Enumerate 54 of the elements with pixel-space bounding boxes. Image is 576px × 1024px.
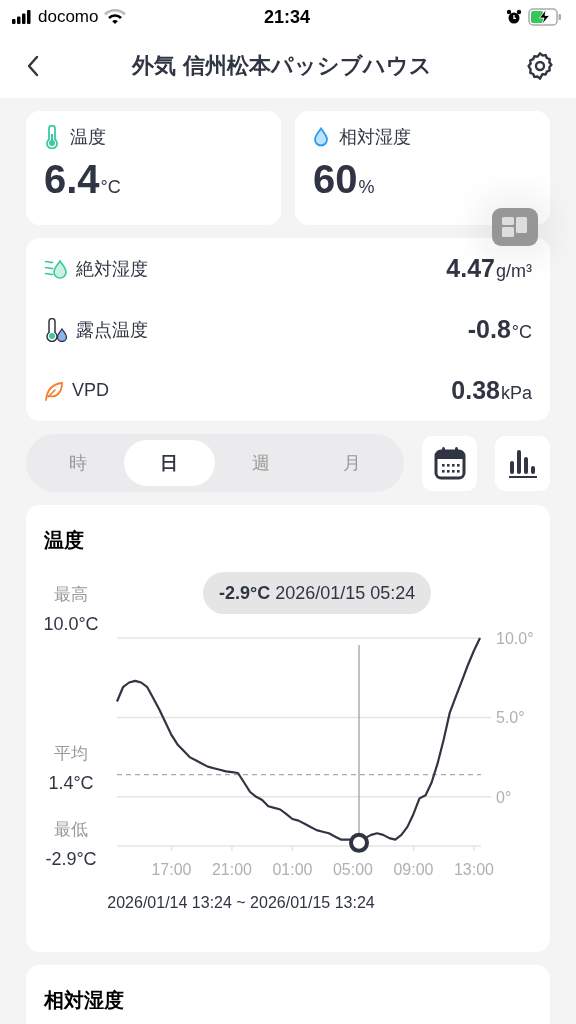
y-tick-label: 10.0° <box>496 630 534 647</box>
signal-icon <box>12 10 32 24</box>
layout-icon <box>500 214 530 240</box>
clock-time: 21:34 <box>263 6 310 28</box>
period-tab[interactable]: 時 <box>32 440 124 486</box>
y-tick-label: 5.0° <box>496 709 525 727</box>
stat-label: 最高 <box>54 585 88 604</box>
settings-icon <box>524 50 556 82</box>
stat-label: 平均 <box>54 744 88 763</box>
metric-value: 0.38kPa <box>451 376 532 405</box>
period-tab[interactable]: 週 <box>215 440 307 486</box>
summary-label: 温度 <box>70 126 106 149</box>
page-title: 外気 信州松本パッシブハウス <box>132 52 432 80</box>
thermometer-drop-icon <box>44 317 68 342</box>
wind-drop-icon <box>44 257 68 280</box>
carrier-name: docomo <box>38 7 99 27</box>
battery-icon <box>528 8 562 26</box>
alarm-icon <box>506 9 522 25</box>
x-tick-label: 13:00 <box>453 861 494 878</box>
period-tab[interactable]: 日 <box>123 440 215 486</box>
floating-layout-button[interactable] <box>492 208 538 246</box>
x-tick-label: 17:00 <box>151 861 192 878</box>
chevron-left-icon <box>26 55 40 77</box>
chart-tooltip: -2.9°C 2026/01/15 05:24 <box>203 572 432 614</box>
thermometer-icon <box>44 125 60 149</box>
stat-value: 10.0°C <box>43 614 99 634</box>
summary-label: 相対湿度 <box>339 126 411 149</box>
leaf-icon <box>44 380 64 401</box>
cursor-marker[interactable] <box>349 832 369 853</box>
calendar-button[interactable] <box>422 435 477 491</box>
stat-value: 1.4°C <box>48 773 94 793</box>
metric-label: 絶対湿度 <box>76 257 149 281</box>
x-tick-label: 05:00 <box>332 861 373 878</box>
metric-value: -0.8°C <box>467 315 532 344</box>
metric-label: 露点温度 <box>76 318 149 342</box>
water-drop-icon <box>313 127 329 147</box>
summary-value: 6.4°C <box>44 157 122 202</box>
wifi-icon <box>104 9 127 25</box>
metric-value: 4.47g/m³ <box>446 254 532 283</box>
bar-chart-button[interactable] <box>495 435 550 491</box>
chart-title: 温度 <box>44 528 85 553</box>
x-tick-label: 09:00 <box>393 861 434 878</box>
period-tab[interactable]: 月 <box>306 440 398 486</box>
stat-value: -2.9°C <box>45 849 97 869</box>
x-tick-label: 21:00 <box>211 861 252 878</box>
stat-label: 最低 <box>54 820 88 839</box>
bar-chart-icon <box>506 447 539 479</box>
summary-value: 60% <box>313 157 376 202</box>
metric-label: VPD <box>72 380 110 401</box>
y-tick-label: 0° <box>496 788 512 806</box>
date-range: 2026/01/14 13:24 ~ 2026/01/15 13:24 <box>106 894 376 912</box>
calendar-icon <box>433 446 466 480</box>
chart-title: 相対湿度 <box>44 989 124 1011</box>
x-tick-label: 01:00 <box>272 861 313 878</box>
